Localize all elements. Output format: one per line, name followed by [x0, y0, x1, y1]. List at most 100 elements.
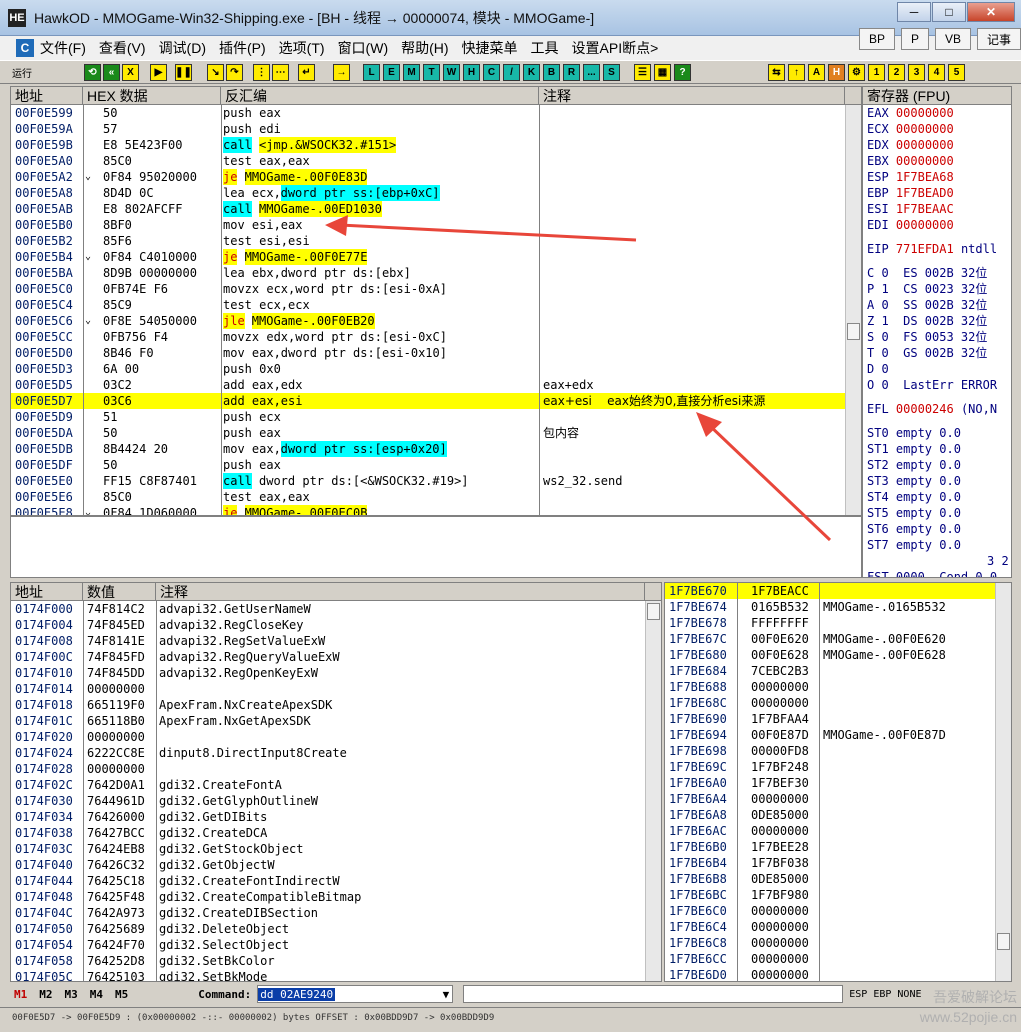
disasm-row[interactable]: 00F0E5AB E8 802AFCFF call MMOGame-.00ED1030	[11, 201, 845, 217]
disasm-row[interactable]: 00F0E5C6 0F8E 54050000 jle MMOGame-.00F0EB2…	[11, 313, 845, 329]
menu-debug[interactable]: 调试(D)	[159, 38, 206, 58]
p-button[interactable]: P	[900, 28, 929, 50]
dump-row[interactable]: 0174F024 6222CC8E dinput8.DirectInput8Crea…	[11, 745, 645, 761]
menu-file[interactable]: 文件(F)	[40, 38, 86, 58]
menu-tools[interactable]: 工具	[531, 38, 559, 58]
disasm-row[interactable]: 00F0E5E6 85C0 test eax,eax	[11, 489, 845, 505]
close-debug-icon[interactable]: X	[122, 64, 139, 81]
dump-row[interactable]: 0174F050 76425689 gdi32.DeleteObject	[11, 921, 645, 937]
log-window-button[interactable]: L	[363, 64, 380, 81]
threads-window-button[interactable]: T	[423, 64, 440, 81]
windows-window-button[interactable]: W	[443, 64, 460, 81]
stack-panel[interactable]: 1F7BE670 1F7BEACC 1F7BE674 0165B532 MMOGame-…	[664, 582, 1012, 982]
trace-over-icon[interactable]: ⋯	[272, 64, 289, 81]
disasm-row[interactable]: 00F0E5C4 85C9 test ecx,ecx	[11, 297, 845, 313]
disasm-row[interactable]: 00F0E5E8 0F84 1D060000 je MMOGame-.00F0EC0B…	[11, 505, 845, 515]
dump-row[interactable]: 0174F054 76424F70 gdi32.SelectObject	[11, 937, 645, 953]
minimize-button[interactable]: ─	[897, 2, 931, 22]
register-row[interactable]: EDX 00000000	[867, 137, 961, 153]
disasm-row[interactable]: 00F0E5D0 8B46 F0 mov eax,dword ptr ds:[esi…	[11, 345, 845, 361]
run-trace-window-button[interactable]: ...	[583, 64, 600, 81]
patches-window-button[interactable]: /	[503, 64, 520, 81]
dump-row[interactable]: 0174F004 74F845ED advapi32.RegCloseKey	[11, 617, 645, 633]
goto-icon[interactable]: →	[333, 64, 350, 81]
disasm-row[interactable]: 00F0E5D5 03C2 add eax,edx eax+edx	[11, 377, 845, 393]
tab-m4[interactable]: M4	[90, 988, 103, 1001]
col-hex[interactable]: HEX 数据	[83, 87, 221, 105]
stack-row[interactable]: 1F7BE6A0 1F7BEF30	[665, 775, 995, 791]
disasm-row[interactable]: 00F0E5D7 03C6 add eax,esi eax+esi eax始终为0,直…	[11, 393, 845, 409]
maximize-button[interactable]: □	[932, 2, 966, 22]
disasm-row[interactable]: 00F0E5DA 50 push eax 包内容	[11, 425, 845, 441]
dump-row[interactable]: 0174F02C 7642D0A1 gdi32.CreateFontA	[11, 777, 645, 793]
stack-row[interactable]: 1F7BE69C 1F7BF248	[665, 759, 995, 775]
chevron-down-icon[interactable]: ▼	[443, 988, 450, 1001]
stack-row[interactable]: 1F7BE6CC 00000000	[665, 951, 995, 967]
register-row[interactable]: EBP 1F7BEAD0	[867, 185, 961, 201]
dump-col-value[interactable]: 数值	[83, 583, 156, 601]
flag-row[interactable]: T 0 GS 002B 32位	[867, 345, 987, 361]
disasm-row[interactable]: 00F0E5D3 6A 00 push 0x0	[11, 361, 845, 377]
register-row[interactable]: EDI 00000000	[867, 217, 961, 233]
register-row[interactable]: ESP 1F7BEA68	[867, 169, 961, 185]
col-comment[interactable]: 注释	[539, 87, 845, 105]
disasm-row[interactable]: 00F0E599 50 push eax	[11, 105, 845, 121]
dump-row[interactable]: 0174F044 76425C18 gdi32.CreateFontIndirect…	[11, 873, 645, 889]
dump-row[interactable]: 0174F01C 665118B0 ApexFram.NxGetApexSDK	[11, 713, 645, 729]
stack-row[interactable]: 1F7BE6BC 1F7BF980	[665, 887, 995, 903]
command-input[interactable]: dd 02AE9240 ▼	[257, 985, 454, 1003]
num3-button[interactable]: 3	[908, 64, 925, 81]
fpu-row[interactable]: ST7 empty 0.0	[867, 537, 961, 553]
list-icon[interactable]: ☰	[634, 64, 651, 81]
disasm-row[interactable]: 00F0E5B4 0F84 C4010000 je MMOGame-.00F0E77E…	[11, 249, 845, 265]
fpu-row[interactable]: ST1 empty 0.0	[867, 441, 961, 457]
callstack-window-button[interactable]: K	[523, 64, 540, 81]
hb-icon[interactable]: H	[828, 64, 845, 81]
modules-window-button[interactable]: E	[383, 64, 400, 81]
disasm-row[interactable]: 00F0E5D9 51 push ecx	[11, 409, 845, 425]
dump-row[interactable]: 0174F038 76427BCC gdi32.CreateDCA	[11, 825, 645, 841]
fpu-row[interactable]: ST0 empty 0.0	[867, 425, 961, 441]
stack-row[interactable]: 1F7BE690 1F7BFAA4	[665, 711, 995, 727]
stack-row[interactable]: 1F7BE694 00F0E87D MMOGame-.00F0E87D	[665, 727, 995, 743]
dump-row[interactable]: 0174F058 764252D8 gdi32.SetBkColor	[11, 953, 645, 969]
stack-row[interactable]: 1F7BE6B0 1F7BEE28	[665, 839, 995, 855]
col-disasm[interactable]: 反汇编	[221, 87, 539, 105]
disasm-row[interactable]: 00F0E5A2 0F84 95020000 je MMOGame-.00F0E83D…	[11, 169, 845, 185]
dump-col-comment[interactable]: 注释	[156, 583, 645, 601]
dump-row[interactable]: 0174F04C 7642A973 gdi32.CreateDIBSection	[11, 905, 645, 921]
disasm-row[interactable]: 00F0E5A0 85C0 test eax,eax	[11, 153, 845, 169]
stack-row[interactable]: 1F7BE678 FFFFFFFF	[665, 615, 995, 631]
disasm-row[interactable]: 00F0E5A8 8D4D 0C lea ecx, dword ptr ss:[ebp…	[11, 185, 845, 201]
dump-row[interactable]: 0174F040 76426C32 gdi32.GetObjectW	[11, 857, 645, 873]
fpu-row[interactable]: ST3 empty 0.0	[867, 473, 961, 489]
disasm-row[interactable]: 00F0E5DF 50 push eax	[11, 457, 845, 473]
source-window-button[interactable]: S	[603, 64, 620, 81]
stack-row[interactable]: 1F7BE698 00000FD8	[665, 743, 995, 759]
stack-row[interactable]: 1F7BE6A4 00000000	[665, 791, 995, 807]
dump-row[interactable]: 0174F03C 76424EB8 gdi32.GetStockObject	[11, 841, 645, 857]
dump-row[interactable]: 0174F00C 74F845FD advapi32.RegQueryValueEx…	[11, 649, 645, 665]
memory-window-button[interactable]: M	[403, 64, 420, 81]
flag-row[interactable]: Z 1 DS 002B 32位	[867, 313, 987, 329]
grid-icon[interactable]: ▦	[654, 64, 671, 81]
menu-options[interactable]: 选项(T)	[279, 38, 325, 58]
menu-shortcut[interactable]: 快捷菜单	[462, 38, 518, 58]
restart-icon[interactable]: ⟲	[84, 64, 101, 81]
flag-row[interactable]: C 0 ES 002B 32位	[867, 265, 987, 281]
notes-button[interactable]: 记事	[976, 28, 1021, 50]
handles-window-button[interactable]: H	[463, 64, 480, 81]
num1-button[interactable]: 1	[868, 64, 885, 81]
fpu-row[interactable]: ST2 empty 0.0	[867, 457, 961, 473]
dump-row[interactable]: 0174F05C 76425103 gdi32.SetBkMode	[11, 969, 645, 981]
plugin-icon[interactable]: ⚙	[848, 64, 865, 81]
stack-row[interactable]: 1F7BE670 1F7BEACC	[665, 583, 995, 599]
dump-row[interactable]: 0174F000 74F814C2 advapi32.GetUserNameW	[11, 601, 645, 617]
fpu-row[interactable]: ST4 empty 0.0	[867, 489, 961, 505]
flag-row[interactable]: O 0 LastErr ERROR	[867, 377, 997, 393]
menu-view[interactable]: 查看(V)	[99, 38, 146, 58]
num2-button[interactable]: 2	[888, 64, 905, 81]
dump-row[interactable]: 0174F018 665119F0 ApexFram.NxCreateApexSDK	[11, 697, 645, 713]
registers-panel[interactable]: 寄存器 (FPU) EAX 00000000 ECX 00000000 EDX …	[862, 86, 1012, 578]
stack-row[interactable]: 1F7BE688 00000000	[665, 679, 995, 695]
